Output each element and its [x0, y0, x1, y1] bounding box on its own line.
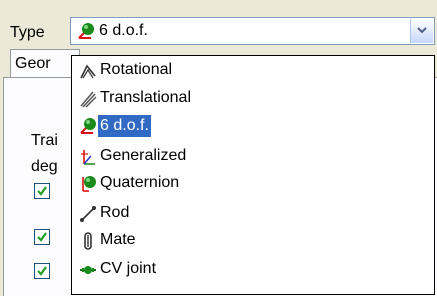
checkmark-icon [37, 232, 47, 242]
tab-geometry[interactable]: Geor [10, 49, 80, 77]
translational-joint-icon [80, 91, 97, 108]
joint-type-dropdown-list: Rotational Translational 6 d.o.f. Genera… [71, 55, 435, 295]
menu-item-mate[interactable]: Mate [72, 228, 434, 254]
quaternion-joint-icon [82, 176, 96, 192]
rod-joint-icon [80, 206, 96, 222]
checkbox[interactable] [34, 229, 50, 245]
checkbox[interactable] [34, 183, 50, 199]
menu-item-rod[interactable]: Rod [72, 201, 434, 227]
chevron-down-icon [417, 27, 427, 34]
menu-item-translational[interactable]: Translational [72, 86, 434, 112]
joint-type-combobox[interactable]: 6 d.o.f. [70, 17, 435, 45]
menu-item-cv-joint[interactable]: CV joint [72, 257, 434, 283]
checkbox[interactable] [34, 263, 50, 279]
cv-joint-icon [80, 266, 96, 274]
menu-item-generalized[interactable]: Generalized [72, 144, 434, 170]
ball-joint-icon [78, 23, 94, 39]
checkmark-icon [37, 186, 47, 196]
rotational-joint-icon [80, 64, 96, 79]
type-label: Type [10, 24, 45, 41]
menu-item-6dof[interactable]: 6 d.o.f. [72, 113, 434, 139]
generalized-joint-icon [81, 150, 95, 165]
background-text: deg [31, 158, 58, 175]
ball-joint-icon [80, 118, 96, 134]
menu-item-rotational[interactable]: Rotational [72, 58, 434, 84]
tab-label: Geor [15, 55, 51, 72]
background-text: Trai [31, 132, 58, 149]
combo-value: 6 d.o.f. [99, 22, 148, 39]
checkmark-icon [37, 266, 47, 276]
mate-joint-icon [84, 232, 92, 250]
menu-item-quaternion[interactable]: Quaternion [72, 171, 434, 197]
combo-dropdown-button[interactable] [410, 19, 433, 43]
